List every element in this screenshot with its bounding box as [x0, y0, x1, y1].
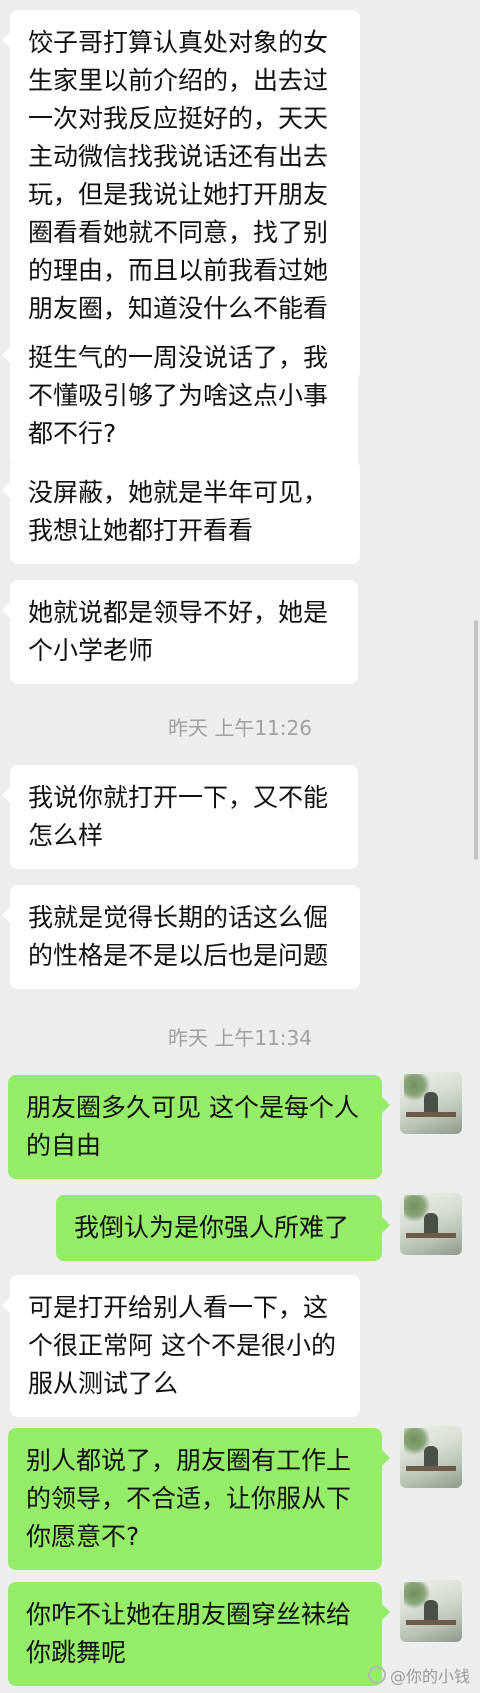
- avatar-desk: [406, 1233, 456, 1238]
- weibo-icon: [367, 1666, 386, 1684]
- message-bubble-outgoing[interactable]: 我倒认为是你强人所难了: [56, 1195, 390, 1261]
- message-bubble-outgoing[interactable]: 别人都说了，朋友圈有工作上的领导，不合适，让你服从下你愿意不?: [8, 1428, 390, 1570]
- avatar-figure: [424, 1600, 438, 1622]
- message-bubble-incoming[interactable]: 我就是觉得长期的话这么倔的性格是不是以后也是问题: [2, 885, 360, 989]
- avatar-desk: [406, 1112, 456, 1117]
- timestamp: 昨天 上午11:26: [168, 716, 312, 740]
- message-bubble-incoming[interactable]: 可是打开给别人看一下，这个很正常阿 这个不是很小的服从测试了么: [2, 1275, 360, 1417]
- avatar-desk: [406, 1466, 456, 1471]
- avatar-figure: [424, 1446, 438, 1468]
- watermark-text: @你的小钱: [389, 1667, 470, 1686]
- avatar-desk: [406, 1620, 456, 1625]
- avatar-figure: [424, 1092, 438, 1114]
- weibo-watermark: @你的小钱: [367, 1663, 470, 1687]
- message-bubble-incoming[interactable]: 没屏蔽，她就是半年可见，我想让她都打开看看: [2, 460, 360, 564]
- message-bubble-outgoing[interactable]: 你咋不让她在朋友圈穿丝袜给你跳舞呢: [8, 1582, 390, 1686]
- message-bubble-incoming[interactable]: 我说你就打开一下，又不能怎么样: [2, 765, 358, 869]
- user-avatar[interactable]: [400, 1193, 462, 1255]
- message-bubble-outgoing[interactable]: 朋友圈多久可见 这个是每个人的自由: [8, 1075, 390, 1179]
- avatar-figure: [424, 1213, 438, 1235]
- message-bubble-incoming[interactable]: 挺生气的一周没说话了，我不懂吸引够了为啥这点小事都不行?: [2, 325, 358, 467]
- scrollbar[interactable]: [474, 620, 478, 860]
- user-avatar[interactable]: [400, 1072, 462, 1134]
- timestamp: 昨天 上午11:34: [168, 1026, 312, 1050]
- message-bubble-incoming[interactable]: 她就说都是领导不好，她是个小学老师: [2, 580, 358, 684]
- chat-window: 饺子哥打算认真处对象的女生家里以前介绍的，出去过一次对我反应挺好的，天天主动微信…: [0, 0, 480, 1693]
- user-avatar[interactable]: [400, 1426, 462, 1488]
- user-avatar[interactable]: [400, 1580, 462, 1642]
